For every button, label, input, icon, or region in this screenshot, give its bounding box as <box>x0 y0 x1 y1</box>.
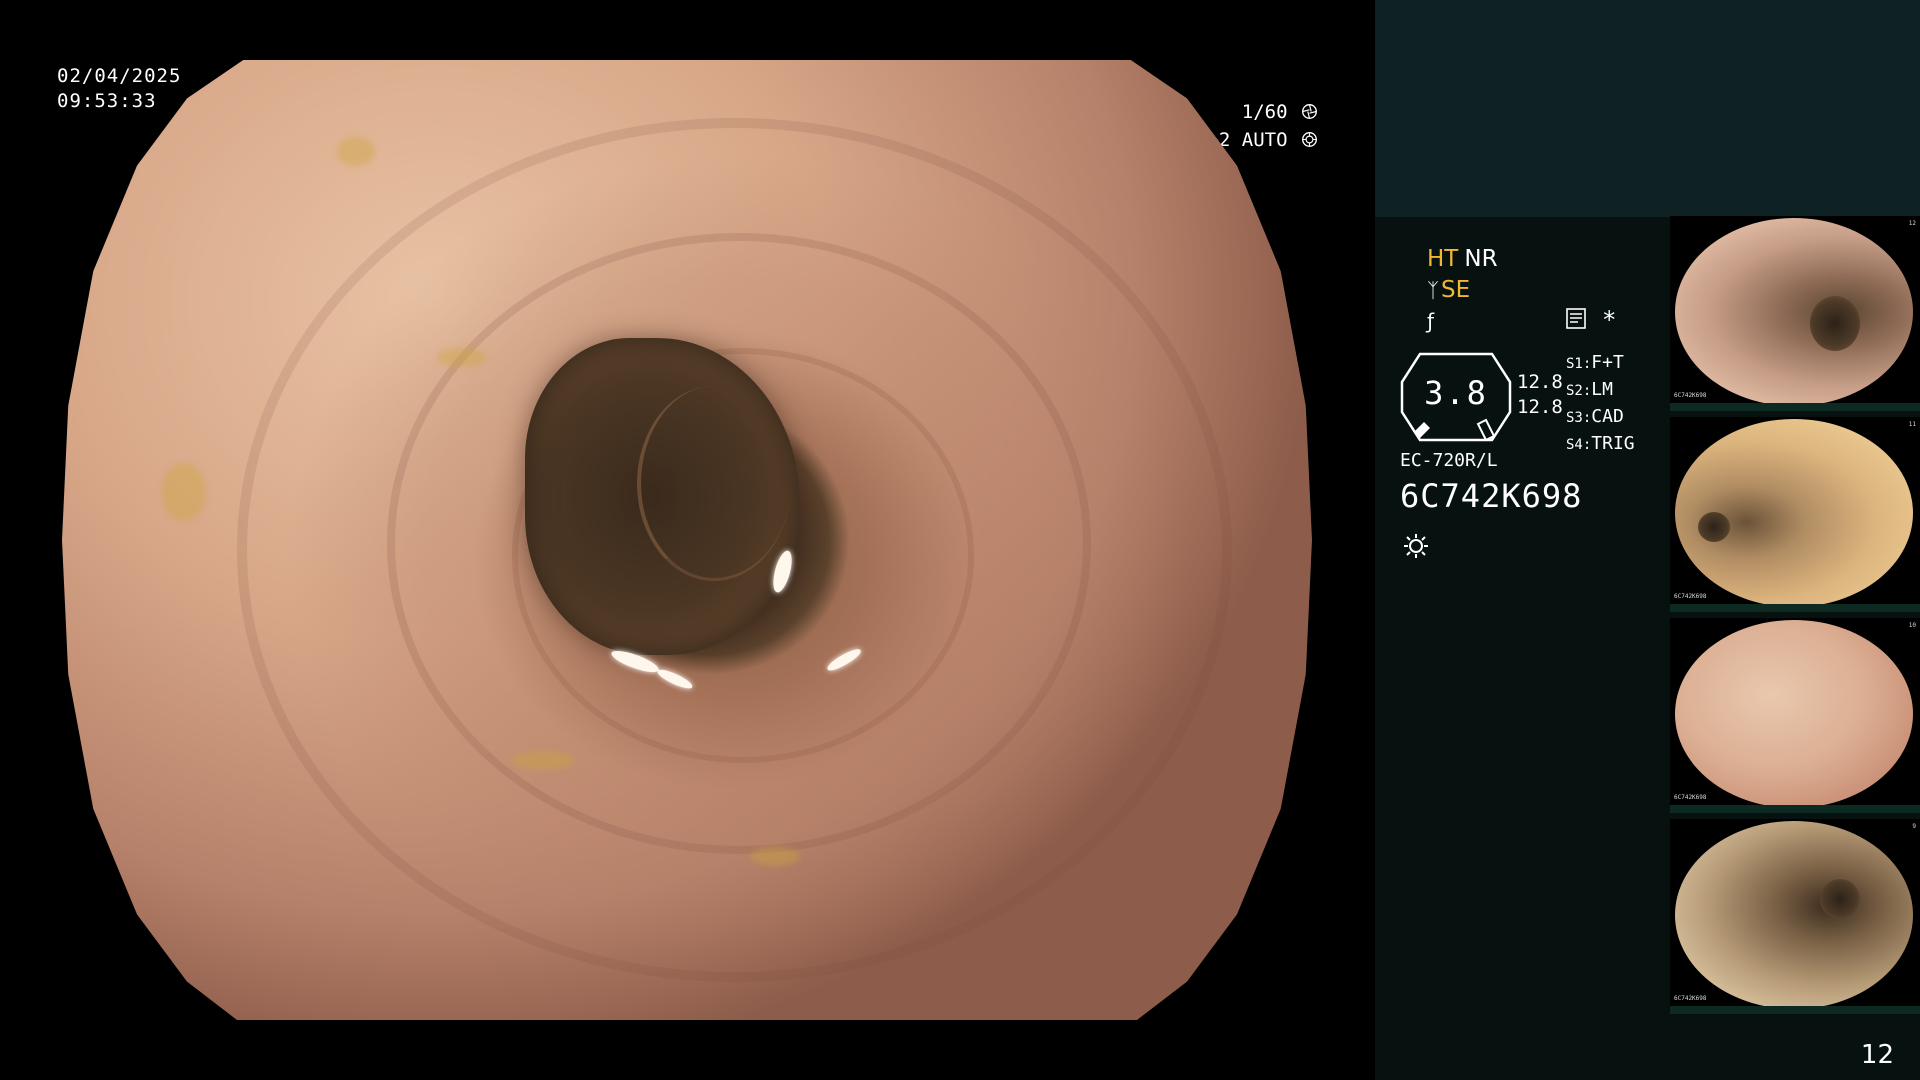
ht-indicator: HT <box>1427 246 1459 272</box>
side-panel-header <box>1375 0 1920 217</box>
shutter-speed: 1/60 <box>1241 101 1288 123</box>
captured-thumbnail[interactable]: 10 6C742K698 <box>1670 618 1920 813</box>
date-time-display: 02/04/2025 09:53:33 <box>57 64 181 114</box>
live-view-area: 02/04/2025 09:53:33 1/60 Lv+2 AUTO <box>0 0 1375 1080</box>
thumbnail-caption: 6C742K698 <box>1674 995 1707 1002</box>
switch-key: S4: <box>1566 437 1592 453</box>
thumbnail-index: 10 <box>1908 622 1916 629</box>
aperture-icon <box>1302 104 1317 119</box>
mucosa-spot <box>437 348 487 368</box>
thumbnail-index: 9 <box>1912 823 1916 830</box>
zoom-value: 3.8 <box>1424 374 1488 412</box>
thumbnail-caption: 6C742K698 <box>1674 794 1707 801</box>
light-source-icon <box>1404 534 1428 558</box>
switch-value: CAD <box>1591 406 1624 427</box>
thumbnail-caption: 6C742K698 <box>1674 392 1707 399</box>
switch-key: S3: <box>1566 410 1592 426</box>
structure-enhance-icon: ᛉ <box>1427 278 1439 302</box>
switch-assignments: S1:F+T S2:LM S3:CAD S4:TRIG <box>1566 350 1635 458</box>
thumbnail-index: 11 <box>1908 421 1916 428</box>
zoom-side-value: 12.8 <box>1517 396 1563 418</box>
zoom-side-values: 12.8 12.8 <box>1517 370 1563 420</box>
memo-icon <box>1566 308 1586 329</box>
captured-images-list: 12 6C742K698 11 6C742K698 10 6C742K698 9… <box>1670 216 1920 1016</box>
mucosa-spot <box>162 463 206 521</box>
scope-serial: 6C742K698 <box>1400 477 1583 515</box>
se-indicator: SE <box>1441 277 1471 303</box>
page-number: 12 <box>1860 1040 1894 1070</box>
thumbnail-caption: 6C742K698 <box>1674 593 1707 600</box>
switch-key: S1: <box>1566 356 1592 372</box>
nr-indicator: NR <box>1464 246 1498 272</box>
switch-key: S2: <box>1566 383 1592 399</box>
image-mode-status: HT NR ᛉSE ƒ <box>1427 244 1498 337</box>
time-label: 09:53:33 <box>57 90 157 112</box>
inner-fold <box>637 386 791 582</box>
scope-model: EC-720R/L <box>1400 450 1498 471</box>
endoscope-image <box>62 60 1312 1020</box>
mucosa-spot <box>337 136 375 166</box>
switch-value: TRIG <box>1591 433 1635 454</box>
asterisk-indicator: * <box>1602 306 1617 334</box>
captured-thumbnail[interactable]: 9 6C742K698 <box>1670 819 1920 1014</box>
date-label: 02/04/2025 <box>57 65 182 87</box>
mucosa-spot <box>749 847 800 867</box>
switch-value: F+T <box>1591 352 1624 373</box>
zoom-side-value: 12.8 <box>1517 371 1563 393</box>
thumbnail-index: 12 <box>1908 220 1916 227</box>
color-enhance-icon: ƒ <box>1427 309 1435 333</box>
iris-icon <box>1302 132 1317 147</box>
switch-value: LM <box>1591 379 1613 400</box>
captured-thumbnail[interactable]: 11 6C742K698 <box>1670 417 1920 612</box>
captured-thumbnail[interactable]: 12 6C742K698 <box>1670 216 1920 411</box>
